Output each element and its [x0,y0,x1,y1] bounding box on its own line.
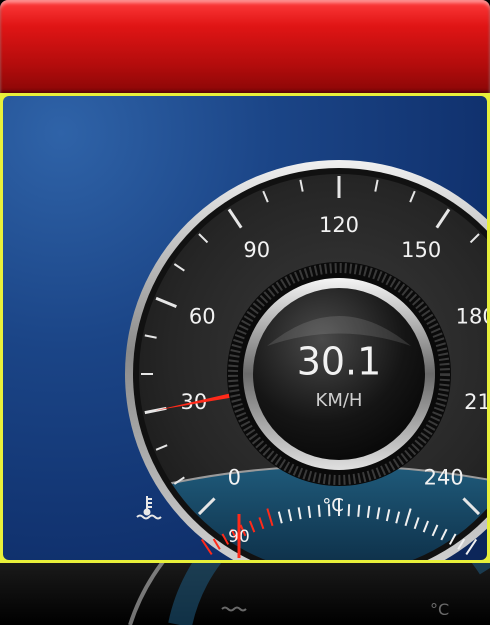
speed-scale-label: 120 [319,213,359,237]
reflection-coolant-icon [221,606,247,612]
speed-unit-label: KM/H [316,390,363,411]
speed-scale-label: 0 [228,466,241,490]
dashboard-panel-inner: 0306090120150180210240 °C 90 [3,96,487,560]
reflection-unit-label: °C [430,600,449,619]
temperature-tick [357,504,361,517]
coolant-temperature-icon [136,496,162,520]
speed-scale-label: 240 [424,466,464,490]
speed-scale-label: 60 [189,304,216,328]
speed-scale-label: 210 [464,390,487,414]
dashboard-panel: 0306090120150180210240 °C 90 [0,93,490,563]
temperature-unit-label: °C [322,495,344,516]
temperature-panel [139,465,487,560]
speed-scale-label: 180 [456,304,487,328]
header-bar [0,0,490,93]
reflection-art: °C [128,563,490,625]
speedometer-gauge: 0306090120150180210240 °C 90 [125,160,487,560]
speed-scale-label: 90 [243,238,270,262]
temperature-tick [347,504,351,517]
speed-readout: 30.1 [297,340,382,384]
temperature-tick [317,504,321,517]
gauge-reflection: °C [0,563,490,625]
speed-scale-label: 150 [401,238,441,262]
